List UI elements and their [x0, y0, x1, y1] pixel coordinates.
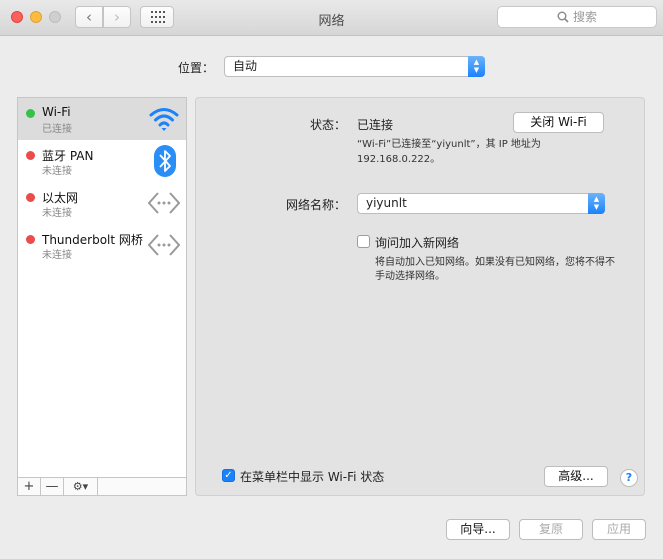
wifi-icon — [149, 108, 179, 131]
bluetooth-icon — [154, 145, 176, 177]
popup-arrows-icon: ▲ ▼ — [468, 56, 485, 77]
status-dot — [26, 151, 35, 160]
turn-off-wifi-button[interactable]: 关闭 Wi-Fi — [513, 112, 604, 133]
status-dot — [26, 235, 35, 244]
show-menubar-label: 在菜单栏中显示 Wi-Fi 状态 — [240, 470, 385, 484]
network-name-value: yiyunlt — [366, 196, 407, 210]
ask-join-description: 将自动加入已知网络。如果没有已知网络，您将不得不手动选择网络。 — [375, 257, 615, 282]
popup-arrows-icon: ▲ ▼ — [588, 193, 605, 214]
service-item-wifi[interactable]: Wi-Fi 已连接 — [18, 98, 186, 140]
service-list: Wi-Fi 已连接 蓝牙 PAN 未连接 以太网 未连接 Thunderbolt… — [17, 97, 187, 478]
search-placeholder: 搜索 — [572, 10, 597, 24]
add-service-button[interactable]: + — [18, 478, 41, 495]
assist-me-button[interactable]: 向导... — [446, 519, 510, 540]
service-list-toolbar: + — ⚙▾ — [17, 477, 187, 496]
service-name: Wi-Fi — [42, 105, 71, 119]
service-item-bluetooth-pan[interactable]: 蓝牙 PAN 未连接 — [18, 140, 186, 182]
service-status: 未连接 — [42, 250, 72, 261]
revert-button[interactable]: 复原 — [519, 519, 583, 540]
show-menubar-checkbox[interactable]: ✓ — [222, 469, 235, 482]
checkmark-icon: ✓ — [224, 470, 233, 481]
status-dot — [26, 109, 35, 118]
status-value: 已连接 — [357, 118, 394, 132]
ethernet-icon — [148, 234, 180, 256]
service-item-ethernet[interactable]: 以太网 未连接 — [18, 182, 186, 224]
service-status: 未连接 — [42, 166, 72, 177]
gear-icon: ⚙▾ — [72, 480, 89, 493]
detail-panel: 状态： 已连接 关闭 Wi-Fi “Wi-Fi”已连接至“yiyunlt”，其 … — [195, 97, 645, 496]
help-button[interactable]: ? — [620, 469, 638, 487]
service-status: 已连接 — [42, 124, 72, 135]
advanced-button[interactable]: 高级... — [544, 466, 608, 487]
location-value: 自动 — [233, 59, 258, 73]
status-description: “Wi-Fi”已连接至“yiyunlt”，其 IP 地址为 192.168.0.… — [357, 139, 541, 165]
network-name-label: 网络名称： — [285, 198, 346, 212]
search-icon — [557, 11, 569, 23]
title-bar: ‹ › 网络 搜索 — [0, 0, 663, 36]
status-label: 状态： — [309, 118, 346, 132]
status-dot — [26, 193, 35, 202]
ethernet-icon — [148, 192, 180, 214]
location-label: 位置： — [178, 61, 215, 75]
ask-join-checkbox[interactable] — [357, 235, 370, 248]
search-field[interactable]: 搜索 — [497, 6, 657, 28]
location-popup[interactable]: 自动 ▲ ▼ — [224, 56, 485, 77]
network-name-popup[interactable]: yiyunlt ▲ ▼ — [357, 193, 605, 214]
apply-button[interactable]: 应用 — [592, 519, 646, 540]
service-status: 未连接 — [42, 208, 72, 219]
action-menu-button[interactable]: ⚙▾ — [64, 478, 98, 495]
remove-service-button[interactable]: — — [41, 478, 64, 495]
service-item-thunderbolt-bridge[interactable]: Thunderbolt 网桥 未连接 — [18, 224, 186, 266]
ask-join-label: 询问加入新网络 — [375, 236, 460, 250]
